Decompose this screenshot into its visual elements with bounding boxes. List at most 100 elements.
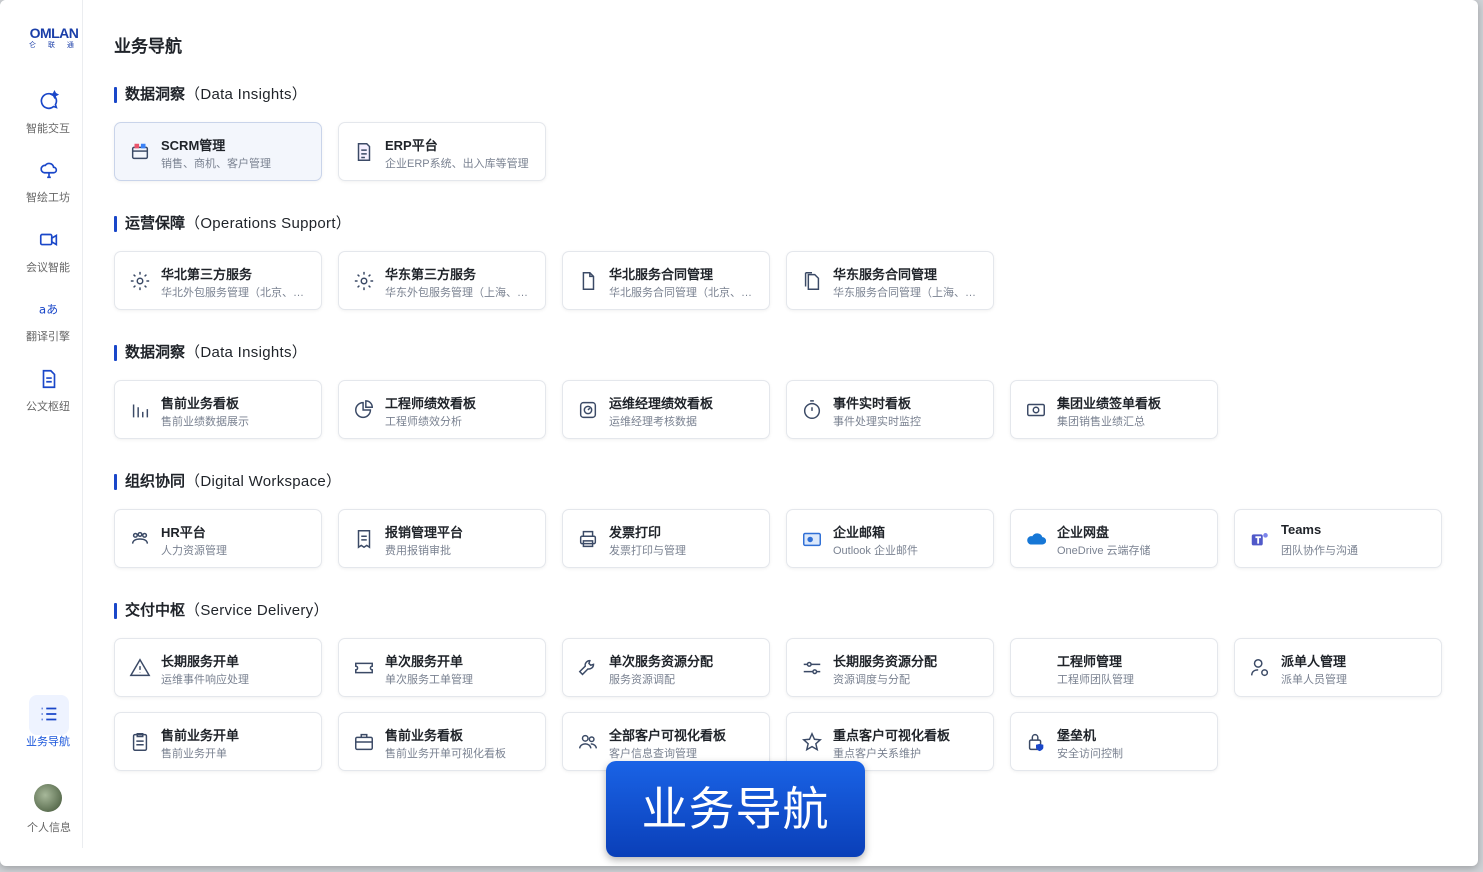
nav-card[interactable]: 华东服务合同管理 华东服务合同管理（上海、江苏）: [786, 251, 994, 310]
card-title: SCRM管理: [161, 138, 226, 153]
card-subtitle: 企业ERP系统、出入库等管理: [385, 158, 529, 170]
card-title: 工程师管理: [1057, 654, 1123, 669]
gauge-icon: [579, 401, 597, 419]
nav-card[interactable]: ERP平台企业ERP系统、出入库等管理: [338, 122, 546, 181]
nav-card[interactable]: 发票打印 发票打印与管理: [562, 509, 770, 568]
card-title: 全部客户可视化看板: [609, 728, 727, 743]
sidebar-item-chat[interactable]: 智能交互: [0, 90, 83, 152]
section-title-en: （Digital Workspace）: [185, 473, 342, 490]
nav-card[interactable]: 长期服务开单 运维事件响应处理: [114, 638, 322, 697]
card-subtitle: 工程师团队管理: [1057, 674, 1134, 686]
nav-card[interactable]: 企业邮箱 Outlook 企业邮件: [786, 509, 994, 568]
nav-card[interactable]: 集团业绩签单看板 集团销售业绩汇总: [1010, 380, 1218, 439]
sidebar-item-docs[interactable]: 公文枢纽: [0, 368, 83, 430]
section-title-zh: 交付中枢: [125, 602, 186, 619]
nav-card[interactable]: 华东第三方服务 华东外包服务管理（上海、江苏）: [338, 251, 546, 310]
avatar[interactable]: [34, 784, 62, 812]
sidebar-item-label: 智能交互: [26, 123, 70, 135]
profile[interactable]: 个人信息: [0, 784, 83, 844]
wrench-icon: [578, 659, 595, 676]
card-title: 单次服务开单: [385, 654, 464, 669]
logo[interactable]: OMLAN 仑 联 通: [28, 26, 80, 50]
page-title: 业务导航: [114, 37, 182, 56]
star-icon: [802, 731, 822, 752]
nav-card[interactable]: 华北服务合同管理 华北服务合同管理（北京、天津）: [562, 251, 770, 310]
main-content: 业务导航 数据洞察 （Data Insights） SCRM管理 销售、商机、客户管理…: [84, 0, 1478, 866]
clipboard-icon: [132, 733, 148, 751]
overlay-banner: 业务导航: [606, 761, 865, 857]
nav-card[interactable]: 派单人管理 派单人员管理: [1234, 638, 1442, 697]
sidebar-item-meeting[interactable]: 会议智能: [0, 229, 83, 291]
translate-icon: aあ: [39, 303, 58, 317]
section-title-en: （Data Insights）: [185, 344, 308, 361]
nav-card[interactable]: 售前业务看板 售前业务开单可视化看板: [338, 712, 546, 771]
lock-shield-icon: [1028, 734, 1044, 752]
nav-card[interactable]: 企业网盘 OneDrive 云端存储: [1010, 509, 1218, 568]
section-title-zh: 数据洞察: [125, 86, 186, 103]
card-subtitle: 安全访问控制: [1057, 748, 1123, 760]
receipt-icon: [357, 530, 371, 549]
onedrive-icon: [1027, 533, 1047, 545]
nav-card[interactable]: 单次服务开单 单次服务工单管理: [338, 638, 546, 697]
money-icon: [1027, 403, 1045, 417]
card-title: 企业网盘: [1057, 525, 1110, 540]
card-title: 长期服务资源分配: [833, 654, 938, 669]
nav-card[interactable]: 事件实时看板 事件处理实时监控: [786, 380, 994, 439]
section-title-en: （Operations Support）: [185, 215, 352, 232]
card-title: ERP平台: [385, 138, 438, 153]
nav-card[interactable]: Teams 团队协作与沟通: [1234, 509, 1442, 568]
card-subtitle: 售前业绩数据展示: [161, 416, 249, 428]
card-subtitle: 工程师绩效分析: [385, 416, 462, 428]
card-title: 集团业绩签单看板: [1057, 396, 1162, 411]
sidebar-item-label: 翻译引擎: [26, 331, 70, 343]
card-subtitle: 华东服务合同管理（上海、江苏）: [833, 287, 983, 299]
card-title: 长期服务开单: [161, 654, 240, 669]
card-subtitle: 运维经理考核数据: [609, 416, 697, 428]
nav-card[interactable]: 工程师绩效看板 工程师绩效分析: [338, 380, 546, 439]
app-window: OMLAN 仑 联 通 智能交互 智绘工坊 会议智能 aあ 翻译引擎 公文枢纽 …: [0, 0, 1478, 866]
sidebar-item-business-nav[interactable]: 业务导航: [0, 695, 83, 765]
document-icon: [42, 369, 56, 389]
nav-card[interactable]: 长期服务资源分配 资源调度与分配: [786, 638, 994, 697]
warning-icon: [129, 658, 151, 677]
nav-card[interactable]: 售前业务开单 售前业务开单: [114, 712, 322, 771]
users-icon: [579, 734, 597, 749]
chat-spark-icon: [40, 90, 60, 110]
nav-card[interactable]: 华北第三方服务 华北外包服务管理（北京、天津）: [114, 251, 322, 310]
card-subtitle: 团队协作与沟通: [1281, 545, 1358, 557]
sidebar-item-label: 公文枢纽: [26, 401, 70, 413]
logo-brand: OMLAN: [29, 25, 79, 41]
card-subtitle: 单次服务工单管理: [385, 674, 473, 686]
gear-icon: [354, 271, 374, 291]
card-subtitle: 售前业务开单可视化看板: [385, 748, 506, 760]
teams-icon: [1251, 533, 1268, 546]
erp-doc-icon: [357, 143, 371, 161]
card-title: 单次服务资源分配: [609, 654, 714, 669]
section-title-zh: 运营保障: [125, 215, 186, 232]
section-title: 交付中枢（Service Delivery）: [114, 602, 329, 620]
nav-card[interactable]: 运维经理绩效看板 运维经理考核数据: [562, 380, 770, 439]
nav-card[interactable]: SCRM管理 销售、商机、客户管理: [114, 122, 322, 181]
nav-card[interactable]: HR平台 人力资源管理: [114, 509, 322, 568]
nav-card[interactable]: 单次服务资源分配 服务资源调配: [562, 638, 770, 697]
card-title: 事件实时看板: [833, 396, 912, 411]
sidebar-item-draw[interactable]: 智绘工坊: [0, 159, 83, 221]
card-title: 发票打印: [609, 525, 662, 540]
card-subtitle: 华北外包服务管理（北京、天津）: [161, 287, 311, 299]
team-icon: [131, 531, 149, 544]
briefcase-icon: [355, 733, 373, 751]
sidebar-item-translate[interactable]: aあ 翻译引擎: [0, 298, 83, 360]
ticket-icon: [355, 662, 373, 674]
nav-card[interactable]: 售前业务看板 售前业绩数据展示: [114, 380, 322, 439]
user-gear-icon: [1251, 659, 1269, 677]
card-subtitle: 事件处理实时监控: [833, 416, 921, 428]
file-icon: [582, 272, 595, 290]
list-icon: [41, 707, 57, 721]
card-subtitle: 集团销售业绩汇总: [1057, 416, 1145, 428]
card-subtitle: 费用报销审批: [385, 545, 451, 557]
card-title: 堡垒机: [1057, 728, 1097, 743]
nav-card[interactable]: 堡垒机 安全访问控制: [1010, 712, 1218, 771]
nav-card[interactable]: 报销管理平台 费用报销审批: [338, 509, 546, 568]
video-camera-icon: [39, 233, 58, 247]
nav-card[interactable]: 工程师管理工程师团队管理: [1010, 638, 1218, 697]
